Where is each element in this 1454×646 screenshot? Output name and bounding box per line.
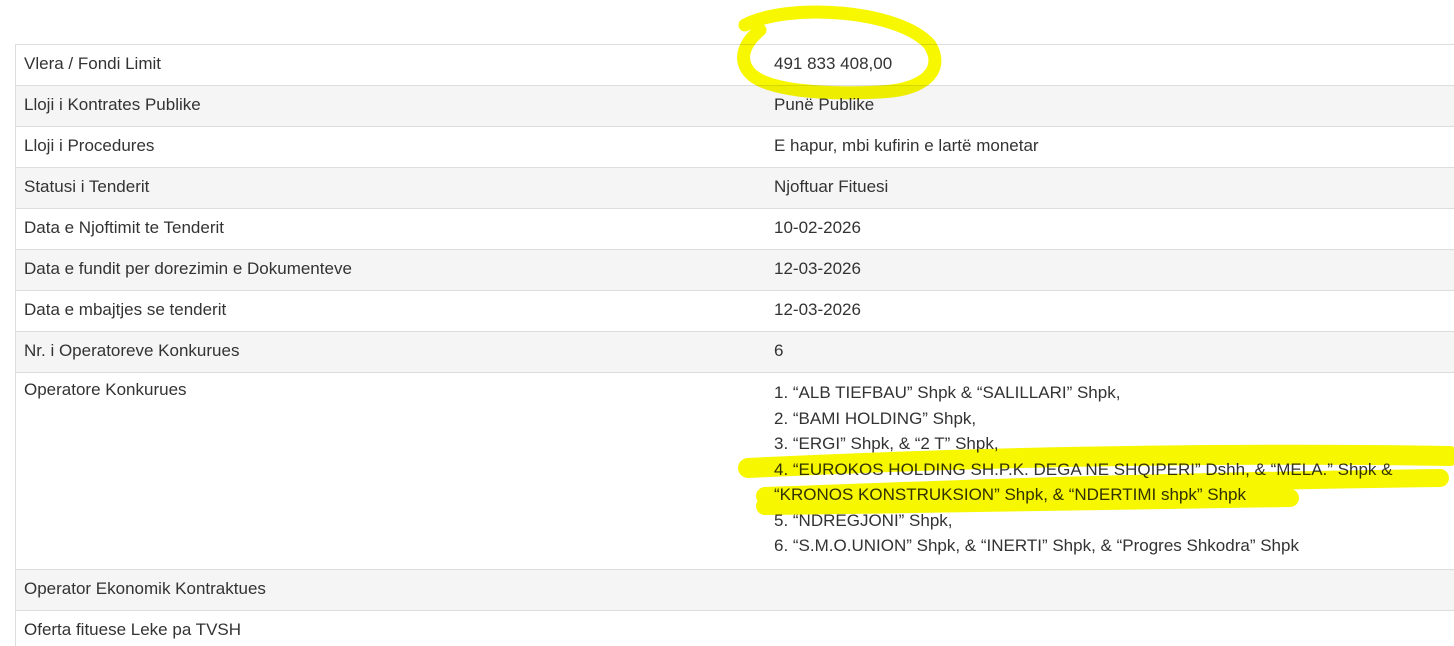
- contract-type-label: Lloji i Kontrates Publike: [24, 95, 201, 114]
- fund-limit-value: 491 833 408,00: [774, 54, 893, 73]
- operator-item-2: 2. “BAMI HOLDING” Shpk,: [774, 408, 977, 428]
- operator-list: 1. “ALB TIEFBAU” Shpk & “SALILLARI” Shpk…: [774, 380, 1454, 559]
- operator-item-4: 4. “EUROKOS HOLDING SH.P.K. DEGA NE SHQI…: [774, 459, 1393, 505]
- row-submission-deadline: Data e fundit per dorezimin e Dokumentev…: [15, 249, 1454, 291]
- operator-count-value: 6: [774, 341, 784, 360]
- procedure-type-label: Lloji i Procedures: [24, 136, 155, 155]
- tender-details-table: Vlera / Fondi Limit 491 833 408,00 Lloji…: [15, 44, 1454, 646]
- tender-status-value: Njoftuar Fituesi: [774, 177, 889, 196]
- row-tender-status: Statusi i Tenderit Njoftuar Fituesi: [15, 167, 1454, 209]
- row-operator-count: Nr. i Operatoreve Konkurues 6: [15, 331, 1454, 373]
- submission-deadline-value: 12-03-2026: [774, 259, 861, 278]
- operator-item-3: 3. “ERGI” Shpk, & “2 T” Shpk,: [774, 434, 999, 453]
- tender-status-label: Statusi i Tenderit: [24, 177, 150, 196]
- tender-held-date-value: 12-03-2026: [774, 300, 861, 319]
- winning-offer-value: [774, 610, 1454, 646]
- operator-count-label: Nr. i Operatoreve Konkurues: [24, 341, 240, 360]
- row-fund-limit: Vlera / Fondi Limit 491 833 408,00: [15, 44, 1454, 86]
- contracted-operator-label: Operator Ekonomik Kontraktues: [24, 578, 266, 598]
- row-contracted-operator: Operator Ekonomik Kontraktues: [15, 569, 1454, 610]
- row-competing-operators: Operatore Konkurues 1. “ALB TIEFBAU” Shp…: [15, 372, 1454, 570]
- competing-operators-value: 1. “ALB TIEFBAU” Shpk & “SALILLARI” Shpk…: [774, 373, 1454, 570]
- row-contract-type: Lloji i Kontrates Publike Punë Publike: [15, 85, 1454, 127]
- winning-offer-label: Oferta fituese Leke pa TVSH: [24, 619, 242, 639]
- row-notice-date: Data e Njoftimit te Tenderit 10-02-2026: [15, 208, 1454, 250]
- operator-item-1: 1. “ALB TIEFBAU” Shpk & “SALILLARI” Shpk…: [774, 383, 1121, 402]
- contract-type-value: Punë Publike: [774, 95, 875, 114]
- fund-limit-label: Vlera / Fondi Limit: [24, 54, 161, 73]
- contracted-operator-value: [774, 569, 1454, 610]
- operator-item-5: 5. “NDREGJONI” Shpk,: [774, 510, 953, 530]
- row-tender-held-date: Data e mbajtjes se tenderit 12-03-2026: [15, 290, 1454, 332]
- tender-held-date-label: Data e mbajtjes se tenderit: [24, 300, 227, 319]
- row-winning-offer: Oferta fituese Leke pa TVSH: [15, 610, 1454, 646]
- operator-item-6: 6. “S.M.O.UNION” Shpk, & “INERTI” Shpk, …: [774, 536, 1299, 555]
- procedure-type-value: E hapur, mbi kufirin e lartë monetar: [774, 136, 1039, 155]
- competing-operators-label: Operatore Konkurues: [24, 380, 187, 399]
- row-procedure-type: Lloji i Procedures E hapur, mbi kufirin …: [15, 126, 1454, 168]
- submission-deadline-label: Data e fundit per dorezimin e Dokumentev…: [24, 259, 352, 278]
- notice-date-label: Data e Njoftimit te Tenderit: [24, 218, 224, 237]
- notice-date-value: 10-02-2026: [774, 218, 861, 237]
